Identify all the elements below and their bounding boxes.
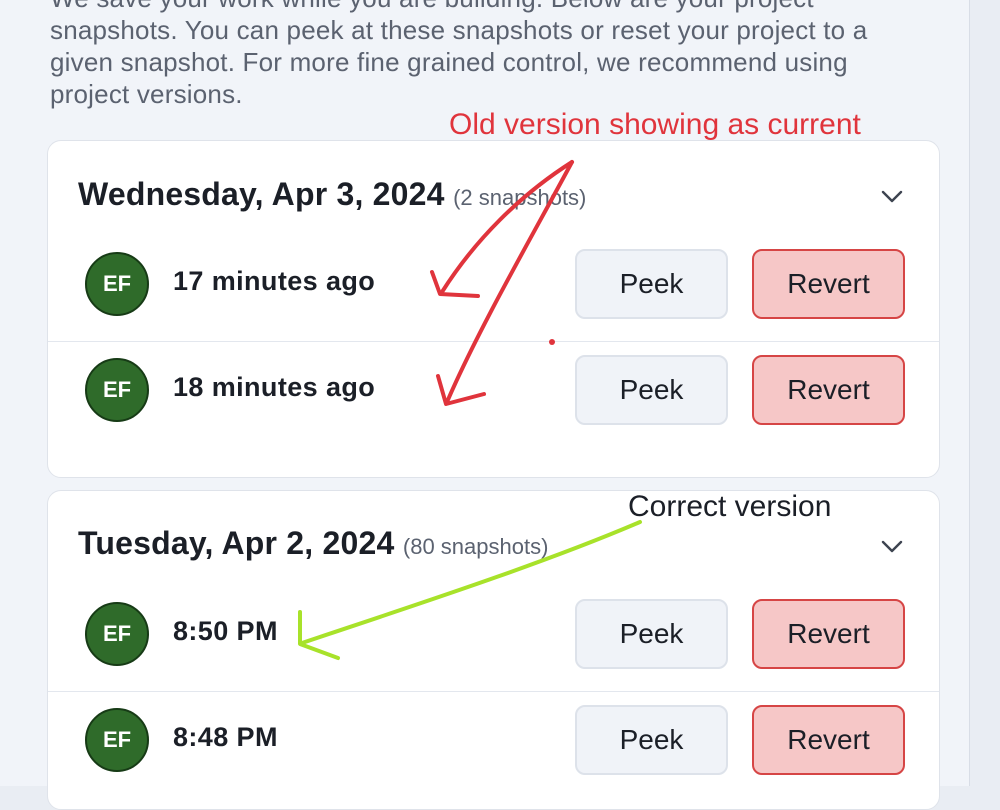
chevron-down-icon[interactable] (881, 535, 903, 557)
snapshot-time: 18 minutes ago (173, 372, 376, 402)
day-group-tuesday: Tuesday, Apr 2, 2024 (80 snapshots) EF 8… (47, 490, 940, 810)
day-group-header[interactable]: Tuesday, Apr 2, 2024 (80 snapshots) (78, 525, 548, 565)
peek-button[interactable]: Peek (575, 599, 728, 669)
avatar: EF (85, 358, 149, 422)
snapshot-row: EF 8:50 PM Peek Revert (48, 586, 939, 691)
snapshots-panel: We save your work while you are building… (0, 0, 970, 810)
day-group-wednesday: Wednesday, Apr 3, 2024 (2 snapshots) EF … (47, 140, 940, 478)
snapshot-count: (80 snapshots) (402, 534, 549, 559)
snapshot-time: 8:48 PM (173, 722, 278, 752)
avatar: EF (85, 708, 149, 772)
day-group-title: Tuesday, Apr 2, 2024 (78, 525, 395, 561)
peek-button[interactable]: Peek (575, 249, 728, 319)
revert-button[interactable]: Revert (752, 355, 905, 425)
snapshot-row: EF 17 minutes ago Peek Revert (48, 236, 939, 341)
peek-button[interactable]: Peek (575, 355, 728, 425)
day-group-title: Wednesday, Apr 3, 2024 (78, 176, 445, 212)
snapshot-time: 17 minutes ago (173, 266, 376, 296)
snapshot-time: 8:50 PM (173, 616, 278, 646)
avatar: EF (85, 252, 149, 316)
avatar: EF (85, 602, 149, 666)
chevron-down-icon[interactable] (881, 185, 903, 207)
revert-button[interactable]: Revert (752, 249, 905, 319)
day-group-header[interactable]: Wednesday, Apr 3, 2024 (2 snapshots) (78, 176, 586, 216)
snapshot-row: EF 8:48 PM Peek Revert (48, 691, 939, 797)
revert-button[interactable]: Revert (752, 599, 905, 669)
snapshot-row: EF 18 minutes ago Peek Revert (48, 341, 939, 447)
peek-button[interactable]: Peek (575, 705, 728, 775)
snapshots-description: We save your work while you are building… (50, 0, 868, 109)
snapshot-count: (2 snapshots) (453, 185, 587, 210)
revert-button[interactable]: Revert (752, 705, 905, 775)
